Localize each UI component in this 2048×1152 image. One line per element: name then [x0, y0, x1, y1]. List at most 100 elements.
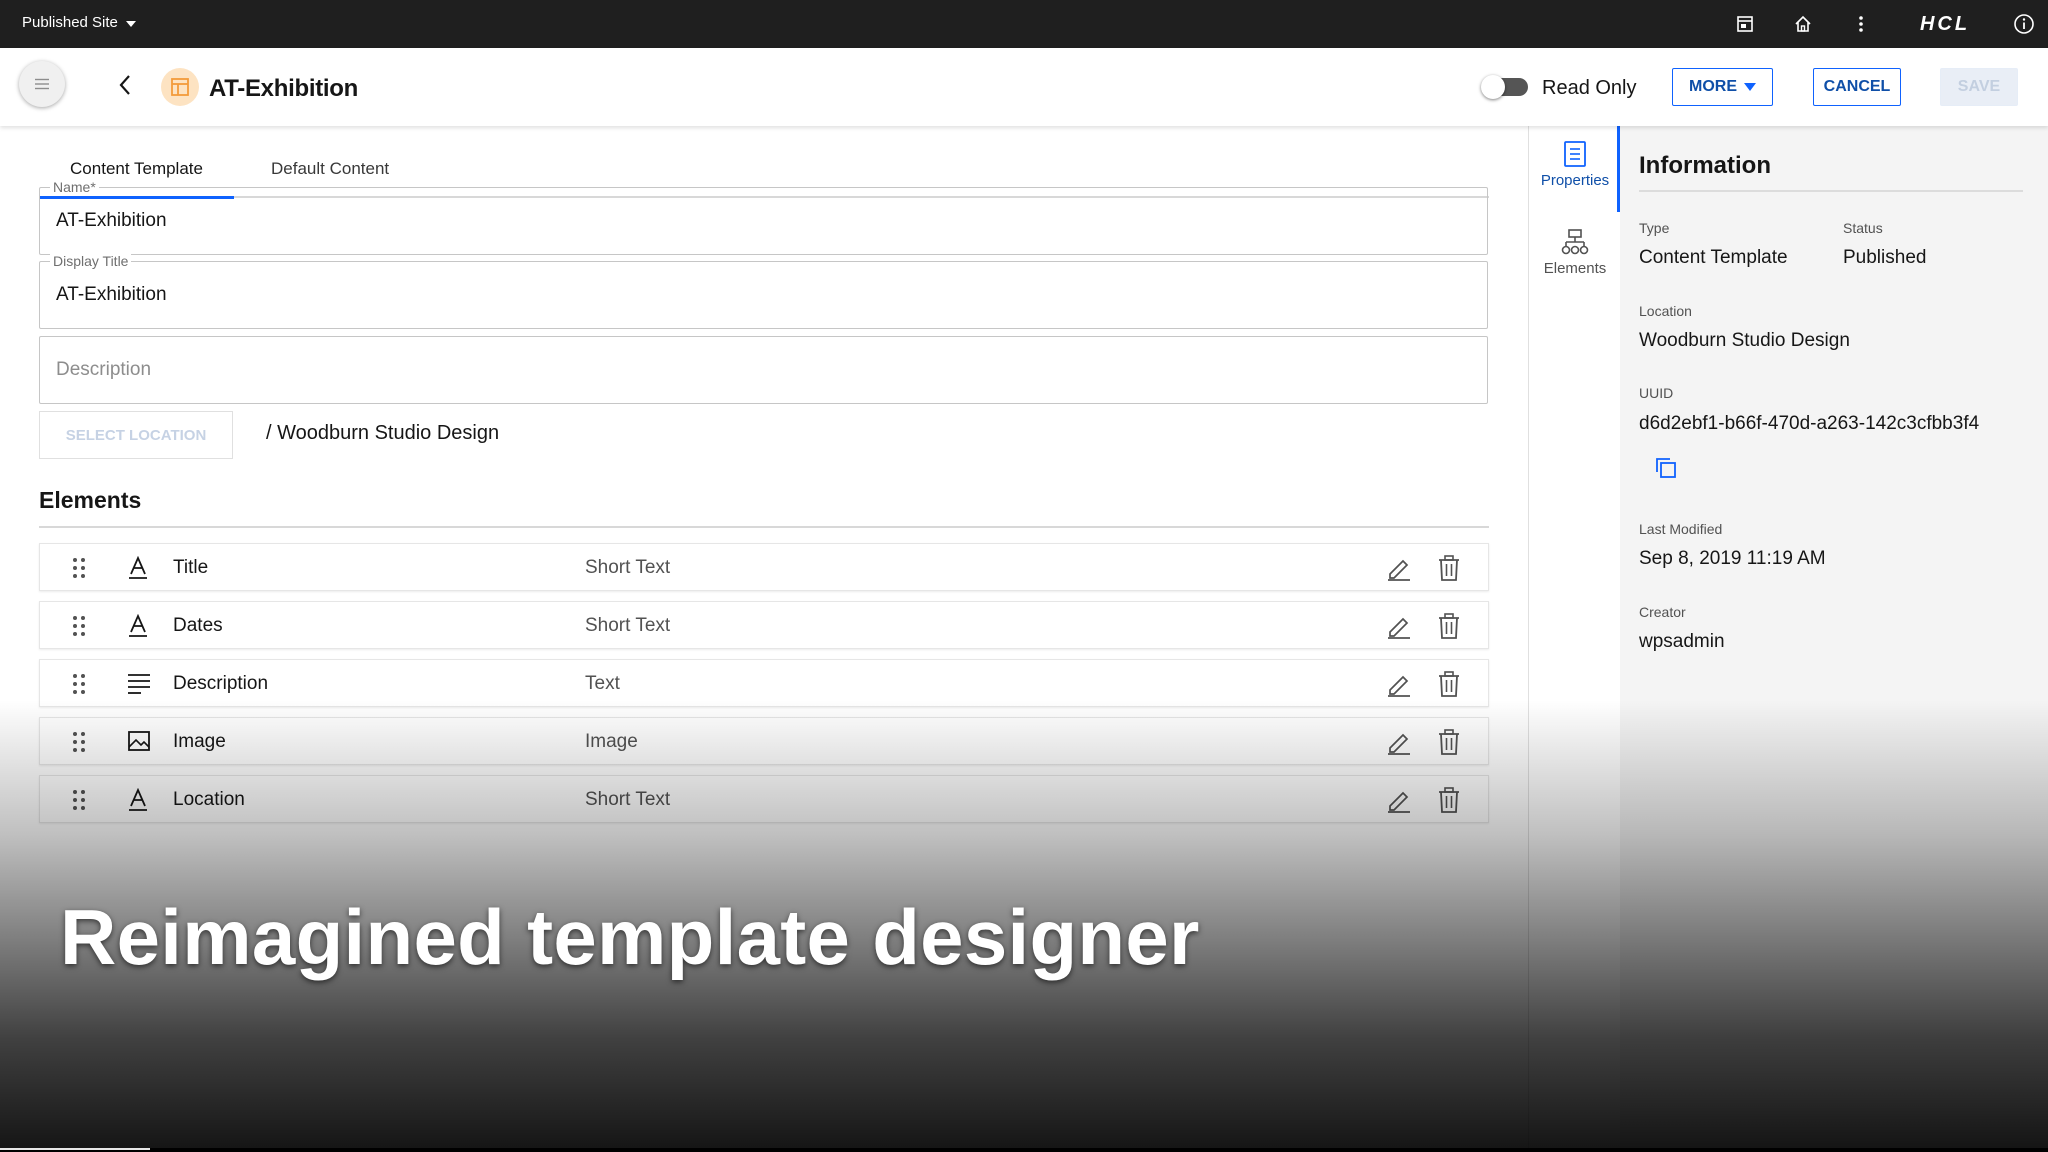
element-name: Description: [173, 673, 269, 694]
side-rail: Properties Elements: [1528, 126, 1621, 1152]
edit-icon[interactable]: [1385, 555, 1411, 581]
description-placeholder: Description: [56, 359, 152, 380]
drag-handle-icon[interactable]: [72, 615, 86, 637]
location-path: / Woodburn Studio Design: [266, 422, 500, 444]
information-title: Information: [1639, 152, 1771, 179]
last-modified-value: Sep 8, 2019 11:19 AM: [1639, 548, 1826, 569]
display-title-label: Display Title: [50, 253, 132, 269]
element-type: Image: [585, 731, 638, 752]
edit-icon[interactable]: [1385, 729, 1411, 755]
elements-heading: Elements: [39, 487, 142, 513]
element-name: Image: [173, 731, 226, 752]
type-label: Type: [1639, 220, 1670, 236]
info-icon[interactable]: [2000, 0, 2048, 48]
read-only-toggle[interactable]: [1481, 75, 1528, 99]
more-button-label: MORE: [1689, 78, 1737, 95]
copy-icon[interactable]: [1655, 457, 1677, 479]
element-name: Title: [173, 557, 209, 578]
display-title-field[interactable]: Display Title AT-Exhibition: [39, 253, 1488, 329]
template-icon: [161, 68, 199, 106]
menu-button[interactable]: [19, 61, 65, 107]
divider: [1639, 190, 2023, 192]
element-row[interactable]: Image Image: [39, 717, 1489, 765]
select-location-button[interactable]: SELECT LOCATION: [39, 411, 233, 459]
text-icon: [129, 788, 147, 811]
type-value: Content Template: [1639, 247, 1788, 268]
element-type: Text: [585, 673, 620, 694]
trash-icon[interactable]: [1438, 729, 1460, 755]
more-vertical-icon[interactable]: [1832, 0, 1890, 48]
trash-icon[interactable]: [1438, 787, 1460, 813]
drag-handle-icon[interactable]: [72, 731, 86, 753]
rail-label-elements: Elements: [1543, 260, 1607, 277]
status-value: Published: [1843, 247, 1927, 268]
image-icon: [128, 731, 150, 751]
element-row[interactable]: Description Text: [39, 659, 1489, 707]
rail-label-properties: Properties: [1540, 172, 1610, 189]
edit-icon[interactable]: [1385, 613, 1411, 639]
text-icon: [129, 556, 147, 579]
name-field-value: AT-Exhibition: [56, 210, 167, 231]
description-field[interactable]: Description: [39, 336, 1488, 404]
creator-label: Creator: [1639, 604, 1686, 620]
location-value: Woodburn Studio Design: [1639, 330, 1850, 351]
trash-icon[interactable]: [1438, 555, 1460, 581]
main-content: Content Template Default Content Name* A…: [0, 126, 1528, 1152]
rail-item-elements[interactable]: Elements: [1529, 228, 1621, 277]
hamburger-icon: [35, 78, 49, 90]
more-button[interactable]: MORE: [1672, 68, 1773, 106]
drag-handle-icon[interactable]: [72, 673, 86, 695]
page-title: AT-Exhibition: [209, 75, 358, 102]
element-row[interactable]: Location Short Text: [39, 775, 1489, 823]
page-header: AT-Exhibition Read Only MORE CANCEL SAVE: [0, 48, 2048, 126]
trash-icon[interactable]: [1438, 671, 1460, 697]
chevron-down-icon: [125, 20, 136, 27]
site-switcher-label: Published Site: [22, 14, 118, 31]
top-bar-actions: HCL: [1716, 0, 2048, 48]
location-label: Location: [1639, 303, 1692, 319]
top-bar: Published Site HCL: [0, 0, 2048, 48]
name-field[interactable]: Name* AT-Exhibition: [39, 179, 1488, 255]
element-name: Location: [173, 789, 245, 810]
element-type: Short Text: [585, 789, 671, 810]
properties-icon: [1564, 141, 1586, 167]
edit-icon[interactable]: [1385, 787, 1411, 813]
video-progress-bar: [0, 1148, 2048, 1152]
information-panel: Information Type Content Template Status…: [1620, 126, 2048, 1152]
site-switcher[interactable]: Published Site: [22, 14, 136, 31]
video-caption: Reimagined template designer: [60, 893, 1200, 981]
element-row[interactable]: Dates Short Text: [39, 601, 1489, 649]
uuid-value[interactable]: d6d2ebf1-b66f-470d-a263-142c3cfbb3f4: [1639, 413, 1979, 435]
drag-handle-icon[interactable]: [72, 789, 86, 811]
edit-icon[interactable]: [1385, 671, 1411, 697]
rail-item-properties[interactable]: Properties: [1529, 140, 1621, 189]
trash-icon[interactable]: [1438, 613, 1460, 639]
caret-down-icon: [1744, 83, 1756, 91]
cancel-button[interactable]: CANCEL: [1813, 68, 1901, 106]
brand-logo: HCL: [1919, 12, 1971, 35]
read-only-label: Read Only: [1542, 77, 1637, 99]
app-screen: Published Site HCL AT-Exhibition Read On…: [0, 0, 2048, 1152]
last-modified-label: Last Modified: [1639, 521, 1723, 537]
elements-tree-icon: [1561, 229, 1589, 255]
page-icon[interactable]: [1716, 0, 1774, 48]
creator-value: wpsadmin: [1639, 631, 1725, 652]
element-type: Short Text: [585, 615, 671, 636]
display-title-value: AT-Exhibition: [56, 284, 167, 305]
save-button[interactable]: SAVE: [1940, 68, 2018, 106]
status-label: Status: [1843, 220, 1883, 236]
divider: [39, 526, 1489, 528]
uuid-label: UUID: [1639, 385, 1674, 401]
text-icon: [129, 614, 147, 637]
paragraph-icon: [128, 674, 150, 694]
home-icon[interactable]: [1774, 0, 1832, 48]
element-type: Short Text: [585, 557, 671, 578]
toggle-knob: [1481, 75, 1505, 99]
drag-handle-icon[interactable]: [72, 557, 86, 579]
element-name: Dates: [173, 615, 223, 636]
back-button[interactable]: [110, 70, 140, 100]
chevron-left-icon: [119, 75, 130, 95]
element-row[interactable]: Title Short Text: [39, 543, 1489, 591]
progress-fill: [0, 1148, 150, 1150]
name-field-label: Name*: [50, 179, 99, 195]
